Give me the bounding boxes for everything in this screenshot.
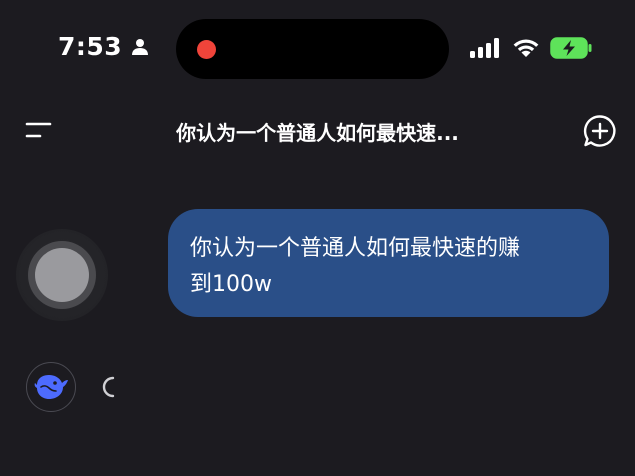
battery-charging-icon — [550, 37, 592, 59]
person-icon — [132, 38, 149, 55]
user-message-line-1: 你认为一个普通人如何最快速的赚 — [190, 236, 521, 261]
wifi-icon — [513, 39, 539, 57]
cellular-signal-icon — [470, 38, 499, 58]
dynamic-island — [176, 19, 449, 79]
whale-logo-icon — [34, 375, 68, 399]
chat-screen: 7:53 你认为一个普通人如何最快速... 你认为一个普通人如何最快速的赚 到1… — [0, 0, 635, 476]
assistant-avatar — [26, 362, 76, 412]
user-message-bubble[interactable]: 你认为一个普通人如何最快速的赚 到100w — [168, 209, 609, 317]
assistive-touch-button[interactable] — [16, 229, 108, 321]
menu-icon[interactable] — [24, 115, 54, 145]
nav-bar: 你认为一个普通人如何最快速... — [0, 105, 635, 155]
recording-indicator-icon — [197, 40, 216, 59]
time-group: 7:53 — [58, 32, 150, 61]
assistive-touch-core — [35, 248, 89, 302]
conversation-title[interactable]: 你认为一个普通人如何最快速... — [120, 117, 515, 146]
loading-spinner-icon — [102, 376, 115, 398]
user-message-line-2: 到100w — [190, 272, 272, 297]
status-icons — [470, 37, 592, 59]
status-time: 7:53 — [58, 32, 123, 61]
new-chat-icon[interactable] — [582, 113, 618, 149]
status-bar: 7:53 — [0, 0, 635, 100]
